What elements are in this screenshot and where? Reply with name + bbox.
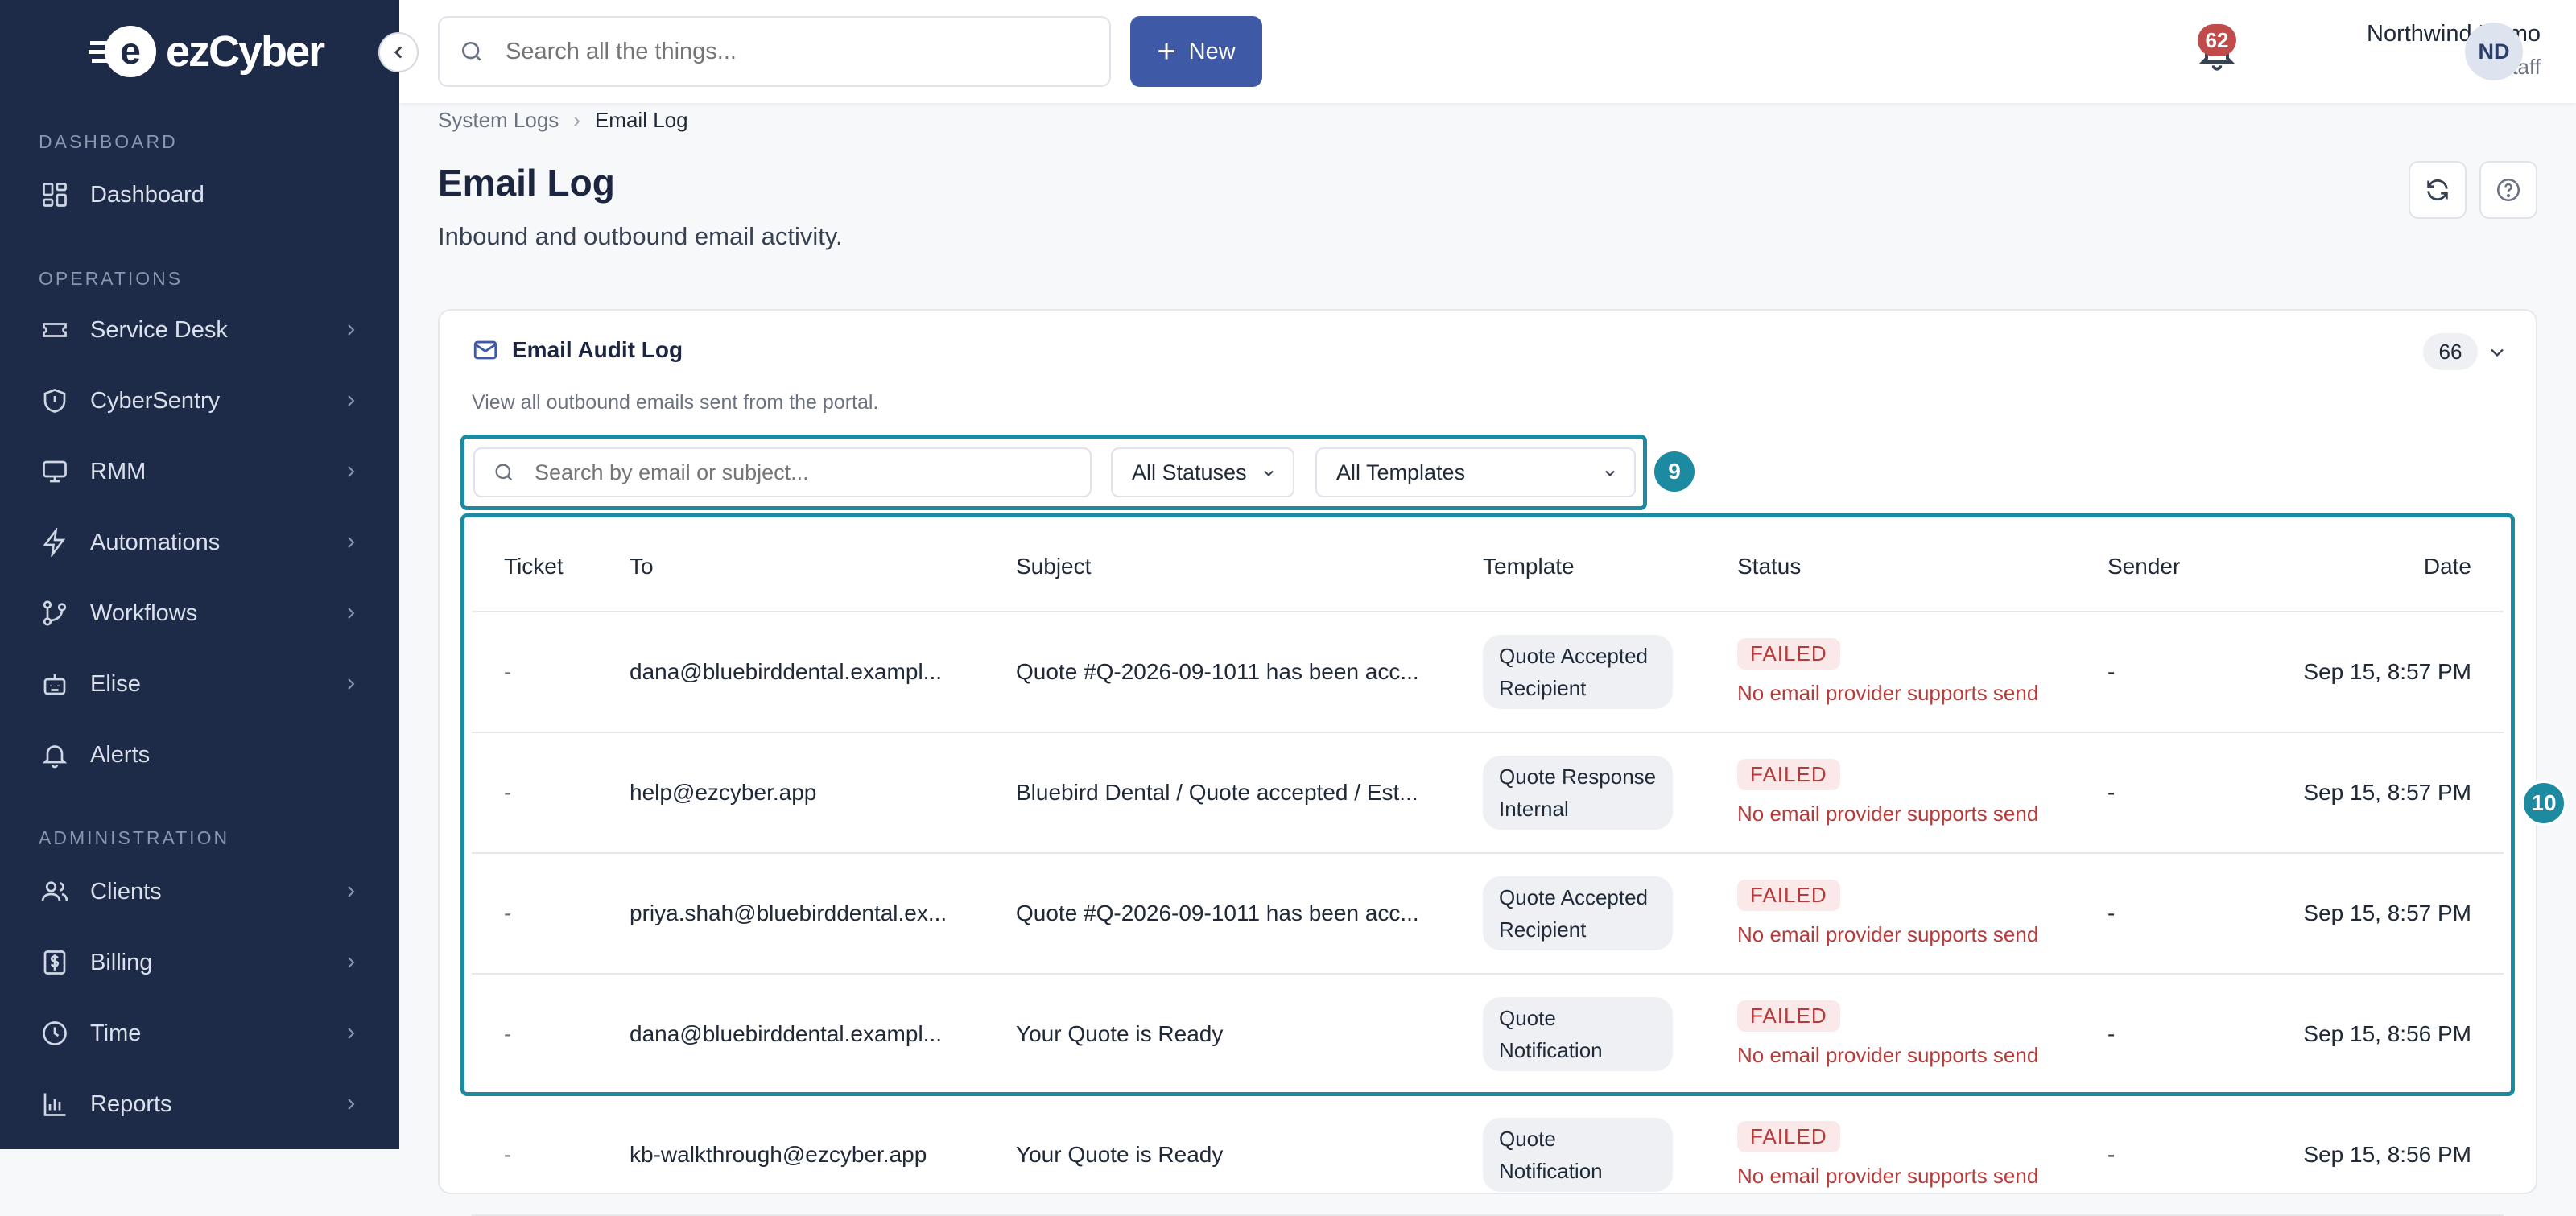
subject-cell: Your Quote is Ready — [984, 1094, 1451, 1216]
template-cell: Quote Notification — [1451, 1094, 1705, 1216]
sidebar-item-time[interactable]: Time — [39, 1009, 361, 1057]
new-button-label: New — [1188, 38, 1236, 64]
email-count-badge: 66 — [2423, 333, 2478, 370]
sidebar-item-label: Service Desk — [90, 316, 228, 343]
brand-name: ezCyber — [166, 27, 325, 76]
global-search-input[interactable] — [504, 37, 1067, 66]
card-title-text: Email Audit Log — [512, 337, 683, 362]
sidebar-item-label: RMM — [90, 458, 147, 484]
status-error: No email provider supports send — [1737, 1164, 2039, 1188]
sidebar-item-dashboard[interactable]: Dashboard — [39, 171, 361, 219]
search-icon — [462, 42, 481, 61]
status-badge: FAILED — [1737, 1121, 1840, 1152]
ticket-cell: - — [472, 1094, 597, 1216]
chevron-right-icon — [348, 608, 355, 619]
card-title: Email Audit Log — [472, 336, 683, 364]
breadcrumb-system-logs[interactable]: System Logs — [438, 108, 559, 133]
template-badge: Quote Notification — [1483, 1118, 1673, 1192]
table-highlight — [460, 513, 2515, 1096]
robot-icon — [39, 668, 71, 700]
chevron-right-icon: › — [573, 108, 580, 132]
sidebar-item-elise[interactable]: Elise — [39, 660, 361, 708]
global-search[interactable] — [438, 16, 1111, 87]
sidebar: e ezCyber DASHBOARD Dashboard OPERATIONS… — [0, 0, 399, 1149]
ezcyber-logo-icon: e — [89, 26, 156, 77]
breadcrumb: System Logs › Email Log — [438, 108, 688, 133]
refresh-button[interactable] — [2409, 161, 2467, 219]
sidebar-item-label: Workflows — [90, 600, 198, 626]
filters-annotation-badge: 9 — [1652, 449, 1697, 494]
sidebar-item-clients[interactable]: Clients — [39, 868, 361, 916]
sidebar-item-automations[interactable]: Automations — [39, 518, 361, 567]
section-label-dashboard: DASHBOARD — [39, 131, 178, 152]
avatar[interactable]: ND — [2465, 23, 2523, 80]
sidebar-item-service-desk[interactable]: Service Desk — [39, 306, 361, 354]
card-description: View all outbound emails sent from the p… — [472, 391, 879, 414]
table-annotation-badge: 10 — [2521, 781, 2566, 826]
filters-highlight — [460, 435, 1647, 510]
sender-cell: - — [2075, 1094, 2257, 1216]
chevron-right-icon — [348, 1028, 355, 1039]
sidebar-item-workflows[interactable]: Workflows — [39, 589, 361, 637]
sidebar-item-cybersentry[interactable]: CyberSentry — [39, 377, 361, 425]
sidebar-item-label: Automations — [90, 529, 221, 555]
help-circle-icon — [2496, 178, 2520, 202]
to-cell: kb-walkthrough@ezcyber.app — [597, 1094, 984, 1216]
dashboard-icon — [39, 179, 71, 211]
sidebar-item-label: Billing — [90, 949, 153, 975]
sidebar-item-label: CyberSentry — [90, 387, 221, 414]
plus-icon: + — [1157, 34, 1176, 69]
chevron-right-icon — [348, 957, 355, 968]
users-icon — [39, 876, 71, 908]
sidebar-item-label: Elise — [90, 670, 141, 697]
sidebar-item-label: Reports — [90, 1090, 172, 1117]
chevron-left-icon — [394, 46, 402, 59]
section-label-operations: OPERATIONS — [39, 268, 184, 289]
chevron-right-icon — [348, 678, 355, 690]
sidebar-item-label: Alerts — [90, 741, 151, 768]
chevron-right-icon — [348, 395, 355, 406]
chevron-right-icon — [348, 324, 355, 336]
bell-icon — [39, 739, 71, 771]
workflow-icon — [39, 597, 71, 629]
sidebar-item-billing[interactable]: Billing — [39, 938, 361, 987]
clock-icon — [39, 1017, 71, 1049]
sidebar-item-rmm[interactable]: RMM — [39, 447, 361, 496]
dollar-icon — [39, 946, 71, 979]
lightning-icon — [39, 526, 71, 559]
chevron-right-icon — [348, 537, 355, 548]
refresh-icon — [2427, 179, 2448, 201]
chart-icon — [39, 1088, 71, 1120]
status-cell: FAILED No email provider supports send — [1705, 1094, 2075, 1216]
chevron-right-icon — [348, 886, 355, 897]
page-subtitle: Inbound and outbound email activity. — [438, 222, 843, 250]
sidebar-item-label: Dashboard — [90, 181, 204, 208]
date-cell: Sep 15, 8:56 PM — [2257, 1094, 2504, 1216]
sidebar-item-reports[interactable]: Reports — [39, 1080, 361, 1128]
notifications-count-badge: 62 — [2198, 24, 2236, 56]
monitor-icon — [39, 455, 71, 488]
svg-text:e: e — [120, 30, 141, 72]
sidebar-item-label: Clients — [90, 878, 162, 905]
help-button[interactable] — [2479, 161, 2537, 219]
new-button[interactable]: + New — [1130, 16, 1262, 87]
topbar: + New 62 Northwind Demo Staff ND — [399, 0, 2576, 103]
chevron-down-icon[interactable] — [2486, 341, 2508, 364]
shield-icon — [39, 385, 71, 417]
section-label-administration: ADMINISTRATION — [39, 827, 230, 848]
breadcrumb-email-log: Email Log — [594, 108, 688, 132]
sidebar-collapse-button[interactable] — [378, 32, 419, 72]
page-title: Email Log — [438, 162, 615, 204]
brand-logo[interactable]: e ezCyber — [89, 21, 325, 82]
ticket-icon — [39, 314, 71, 346]
table-row[interactable]: - kb-walkthrough@ezcyber.app Your Quote … — [472, 1094, 2504, 1216]
mail-icon — [473, 340, 497, 360]
chevron-right-icon — [348, 466, 355, 477]
chevron-right-icon — [348, 1099, 355, 1110]
sidebar-item-alerts[interactable]: Alerts — [39, 731, 361, 779]
sidebar-item-label: Time — [90, 1020, 142, 1046]
